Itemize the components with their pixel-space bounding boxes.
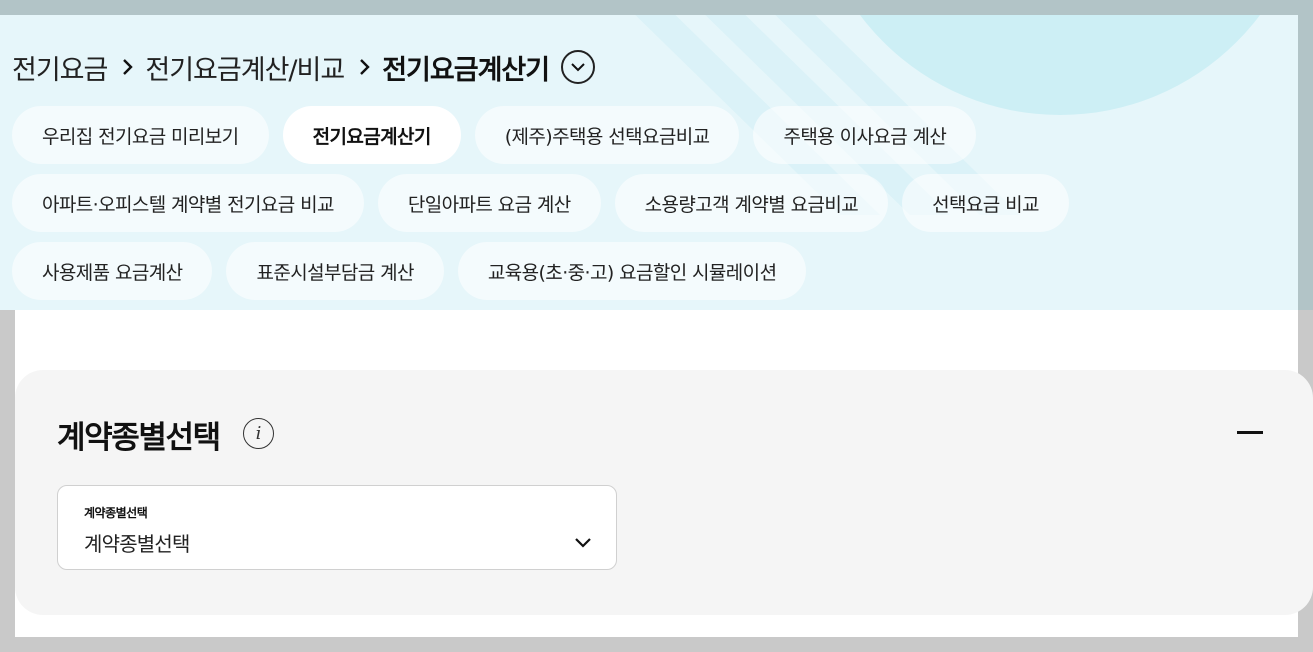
minus-icon: [1237, 430, 1263, 434]
chevron-right-icon: [356, 56, 378, 78]
tab-facility-charge[interactable]: 표준시설부담금 계산: [226, 242, 444, 300]
main-content: 계약종별선택 i 계약종별선택 계약종별선택: [15, 310, 1313, 637]
tab-home-preview[interactable]: 우리집 전기요금 미리보기: [12, 106, 269, 164]
tab-product-calc[interactable]: 사용제품 요금계산: [12, 242, 213, 300]
chevron-down-circle-icon[interactable]: [561, 50, 596, 84]
collapse-button[interactable]: [1235, 420, 1265, 444]
info-icon[interactable]: i: [243, 418, 274, 449]
tab-jeju-compare[interactable]: (제주)주택용 선택요금비교: [474, 106, 740, 164]
tab-single-apartment[interactable]: 단일아파트 요금 계산: [377, 174, 601, 232]
tab-row: 사용제품 요금계산 표준시설부담금 계산 교육용(초·중·고) 요금할인 시뮬레…: [12, 242, 1292, 300]
tab-apartment-compare[interactable]: 아파트·오피스텔 계약별 전기요금 비교: [12, 174, 364, 232]
chevron-down-icon: [575, 538, 591, 548]
hero-banner: 전기요금 전기요금계산/비교 전기요금계산기 우리집 전기요금 미리보기 전기요…: [0, 15, 1298, 310]
outer-border: [0, 0, 1313, 15]
breadcrumb-item-current: 전기요금계산기: [382, 54, 550, 86]
outer-border: [1298, 0, 1313, 310]
tab-electric-calculator[interactable]: 전기요금계산기: [282, 106, 461, 164]
select-value: 계약종별선택: [84, 532, 190, 556]
breadcrumb-item-home[interactable]: 전기요금: [12, 48, 108, 87]
breadcrumb: 전기요금 전기요금계산/비교 전기요금계산기: [12, 45, 596, 89]
tab-education-discount[interactable]: 교육용(초·중·고) 요금할인 시뮬레이션: [457, 242, 807, 300]
tab-optional-rate[interactable]: 선택요금 비교: [902, 174, 1069, 232]
calculator-tabs: 우리집 전기요금 미리보기 전기요금계산기 (제주)주택용 선택요금비교 주택용…: [12, 106, 1292, 310]
breadcrumb-item-category[interactable]: 전기요금계산/비교: [145, 48, 345, 87]
tab-small-customer[interactable]: 소용량고객 계약별 요금비교: [614, 174, 889, 232]
tab-moving-calc[interactable]: 주택용 이사요금 계산: [753, 106, 977, 164]
tab-row: 우리집 전기요금 미리보기 전기요금계산기 (제주)주택용 선택요금비교 주택용…: [12, 106, 1292, 164]
tab-row: 아파트·오피스텔 계약별 전기요금 비교 단일아파트 요금 계산 소용량고객 계…: [12, 174, 1292, 232]
outer-border: [0, 637, 1313, 652]
contract-type-select[interactable]: 계약종별선택 계약종별선택: [57, 485, 617, 570]
contract-type-card: 계약종별선택 i 계약종별선택 계약종별선택: [15, 370, 1313, 615]
chevron-right-icon: [119, 56, 141, 78]
page: 전기요금 전기요금계산/비교 전기요금계산기 우리집 전기요금 미리보기 전기요…: [0, 0, 1313, 652]
select-label: 계약종별선택: [84, 506, 148, 520]
card-title: 계약종별선택: [57, 420, 221, 456]
